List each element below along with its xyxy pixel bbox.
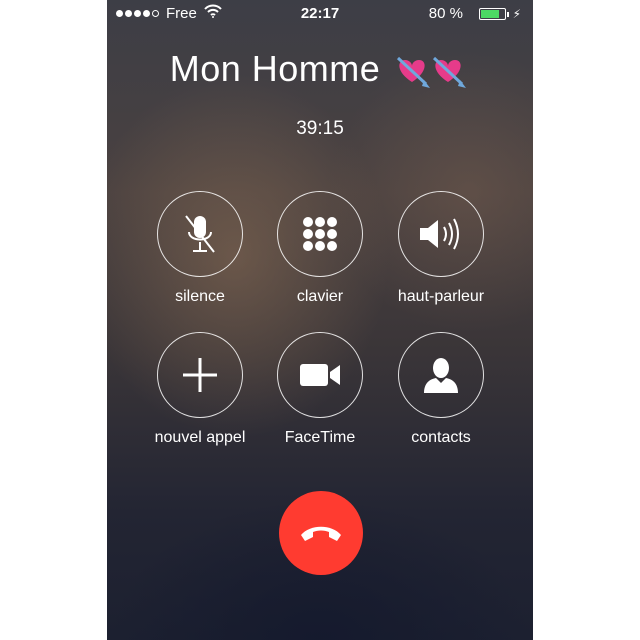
end-call-button[interactable] bbox=[279, 491, 363, 575]
keypad-grid-icon bbox=[303, 217, 337, 251]
battery-icon: ⚡ bbox=[478, 7, 521, 21]
mute-button[interactable] bbox=[157, 191, 243, 277]
speaker-icon bbox=[420, 218, 459, 250]
contacts-label: contacts bbox=[411, 429, 471, 446]
microphone-muted-icon bbox=[185, 215, 215, 253]
person-icon bbox=[424, 358, 458, 393]
call-screen: Free 22:17 80 % ⚡ Mon Homme 39:15 silenc… bbox=[107, 0, 533, 640]
status-bar: Free 22:17 80 % ⚡ bbox=[107, 0, 533, 30]
phone-hangup-icon bbox=[301, 526, 341, 541]
battery-percentage: 80 % bbox=[428, 5, 463, 22]
status-time: 22:17 bbox=[300, 5, 340, 22]
speaker-label: haut-parleur bbox=[397, 288, 485, 305]
facetime-label: FaceTime bbox=[284, 429, 356, 446]
keypad-label: clavier bbox=[296, 288, 344, 305]
plus-icon bbox=[183, 358, 217, 392]
facetime-button[interactable] bbox=[277, 332, 363, 418]
call-duration: 39:15 bbox=[296, 118, 344, 139]
contacts-button[interactable] bbox=[398, 332, 484, 418]
heart-with-arrow-icon bbox=[396, 56, 466, 88]
speaker-button[interactable] bbox=[398, 191, 484, 277]
add-call-button[interactable] bbox=[157, 332, 243, 418]
add-call-label: nouvel appel bbox=[154, 429, 246, 446]
video-camera-icon bbox=[300, 364, 340, 386]
mute-label: silence bbox=[175, 288, 225, 305]
keypad-button[interactable] bbox=[277, 191, 363, 277]
charging-bolt-icon: ⚡ bbox=[512, 7, 521, 21]
